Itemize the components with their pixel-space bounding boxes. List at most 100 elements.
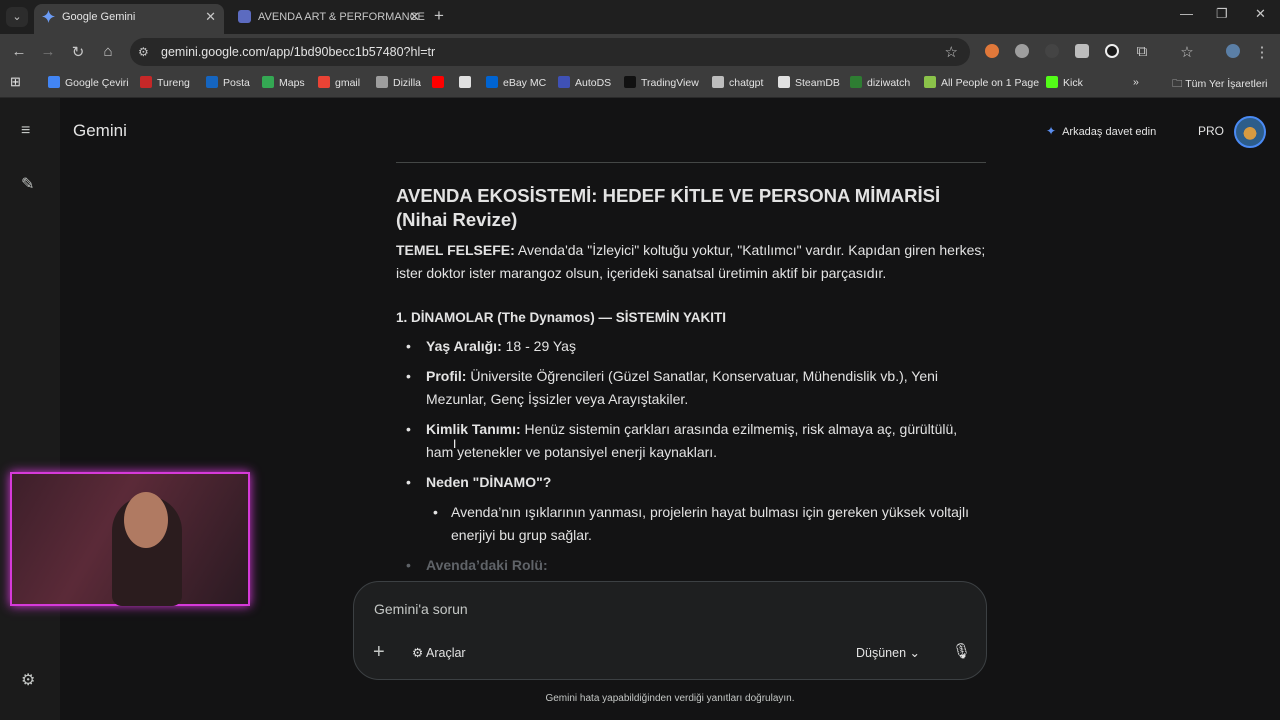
bookmark-label: Google Çeviri — [65, 77, 129, 89]
bookmark-item[interactable]: Dizilla — [376, 76, 421, 89]
item-label: Profil: — [426, 368, 467, 384]
bookmark-favicon-icon — [850, 76, 862, 88]
bookmark-favicon-icon — [318, 76, 330, 88]
bookmark-label: All People on 1 Page — [941, 77, 1040, 89]
restore-icon[interactable]: ❐ — [1216, 6, 1228, 22]
list-item: Profil: Üniversite Öğrencileri (Güzel Sa… — [396, 365, 986, 411]
close-window-icon[interactable]: ✕ — [1255, 6, 1266, 22]
settings-icon[interactable]: ⚙ — [21, 670, 35, 690]
new-tab-icon[interactable]: + — [434, 6, 444, 26]
forward-icon[interactable]: → — [39, 43, 57, 60]
bookmark-item[interactable] — [459, 76, 476, 89]
bookmark-item[interactable] — [432, 76, 449, 89]
menu-icon[interactable]: ≡ — [21, 122, 30, 140]
disclaimer: Gemini hata yapabildiğinden verdiği yanı… — [545, 693, 795, 704]
mode-selector[interactable]: Düşünen ⌄ — [856, 645, 920, 660]
address-bar[interactable]: ⚙ gemini.google.com/app/1bd90becc1b57480… — [130, 38, 970, 66]
bookmark-item[interactable]: Maps — [262, 76, 305, 89]
bookmark-favicon-icon — [486, 76, 498, 88]
response-heading: AVENDA EKOSİSTEMİ: HEDEF KİTLE VE PERSON… — [396, 185, 941, 230]
extensions-puzzle-icon[interactable]: ⧉ — [1133, 43, 1151, 60]
bookmark-item[interactable]: Kick — [1046, 76, 1083, 89]
bookmark-favicon-icon — [48, 76, 60, 88]
tab-search-button[interactable]: ⌄ — [6, 7, 28, 27]
bookmark-item[interactable]: eBay MC — [486, 76, 546, 89]
bookmark-label: Posta — [223, 77, 250, 89]
bookmark-label: eBay MC — [503, 77, 547, 89]
minimize-icon[interactable]: — — [1180, 6, 1193, 21]
tab-google-gemini[interactable]: Google Gemini ✕ — [34, 4, 224, 34]
mode-label: Düşünen — [856, 646, 907, 660]
extension-icon[interactable] — [1045, 44, 1059, 58]
profile-icon[interactable] — [1226, 44, 1240, 58]
list-item-faded: Avenda’daki Rolü: — [396, 554, 986, 577]
bookmark-label: Maps — [279, 77, 305, 89]
all-bookmarks-button[interactable]: 🗀 Tüm Yer İşaretleri — [1172, 76, 1268, 94]
tab-strip: ⌄ Google Gemini ✕ AVENDA ART & PERFORMAN… — [0, 0, 1280, 34]
bookmark-label: chatgpt — [729, 77, 764, 89]
reload-icon[interactable]: ↻ — [69, 43, 87, 61]
extension-icon[interactable] — [1015, 44, 1029, 58]
bookmark-item[interactable]: TradingView — [624, 76, 699, 89]
bookmark-favicon-icon — [624, 76, 636, 88]
sparkle-icon: ✦ — [1046, 124, 1057, 138]
shield-icon[interactable] — [1075, 44, 1089, 58]
section-title: 1. DİNAMOLAR (The Dynamos) — SİSTEMİN YA… — [396, 310, 727, 325]
tab-avenda[interactable]: AVENDA ART & PERFORMANCE ✕ — [230, 4, 428, 34]
all-bookmarks-label: Tüm Yer İşaretleri — [1185, 78, 1268, 90]
bookmarks-overflow-button[interactable]: » — [1133, 76, 1139, 88]
back-icon[interactable]: ← — [10, 43, 28, 60]
invite-label: Arkadaş davet edin — [1062, 126, 1157, 138]
tools-label: Araçlar — [426, 646, 466, 660]
new-chat-icon[interactable]: ✎ — [21, 174, 34, 194]
extension-icon[interactable] — [985, 44, 999, 58]
close-tab-icon[interactable]: ✕ — [409, 4, 420, 30]
bookmark-label: diziwatch — [867, 77, 911, 89]
bookmark-item[interactable]: chatgpt — [712, 76, 763, 89]
apps-grid-icon[interactable]: ⊞ — [10, 74, 21, 90]
prompt-composer[interactable]: Gemini'a sorun + ⚙ Araçlar Düşünen ⌄ 🎙 — [353, 581, 987, 680]
bookmark-label: SteamDB — [795, 77, 840, 89]
site-info-icon[interactable]: ⚙ — [138, 45, 149, 59]
bookmarks-star-icon[interactable]: ☆ — [1178, 43, 1196, 61]
gemini-spark-icon — [42, 10, 55, 23]
dynamo-list: Yaş Aralığı: 18 - 29 Yaş Profil: Ünivers… — [396, 335, 986, 577]
item-text: 18 - 29 Yaş — [501, 338, 576, 354]
bookmark-item[interactable]: All People on 1 Page — [924, 76, 1039, 89]
menu-dots-icon[interactable]: ⋮ — [1253, 43, 1271, 61]
tools-button[interactable]: ⚙ Araçlar — [412, 645, 466, 660]
bookmark-favicon-icon — [140, 76, 152, 88]
bookmark-item[interactable]: Google Çeviri — [48, 76, 129, 89]
bookmark-item[interactable]: Posta — [206, 76, 250, 89]
list-item: Neden "DİNAMO"? — [396, 471, 986, 494]
tools-icon: ⚙ — [412, 646, 426, 660]
bookmark-item[interactable]: AutoDS — [558, 76, 611, 89]
close-tab-icon[interactable]: ✕ — [205, 4, 216, 30]
avatar[interactable] — [1234, 116, 1266, 148]
add-attachment-icon[interactable]: + — [373, 641, 385, 664]
item-label: Neden "DİNAMO"? — [426, 474, 552, 490]
bookmark-item[interactable]: Tureng — [140, 76, 190, 89]
bookmark-item[interactable]: SteamDB — [778, 76, 840, 89]
home-icon[interactable]: ⌂ — [99, 43, 117, 60]
bookmark-label: AutoDS — [575, 77, 612, 89]
microphone-icon[interactable]: 🎙 — [952, 642, 971, 660]
webcam-head — [124, 492, 168, 548]
list-subitem: Avenda’nın ışıklarının yanması, projeler… — [396, 501, 986, 547]
mouse-cursor-icon: I — [453, 437, 457, 451]
prompt-input[interactable]: Gemini'a sorun — [374, 601, 468, 617]
bookmark-favicon-icon — [778, 76, 790, 88]
sidebar-rail: ≡ ✎ ⚙ — [0, 98, 60, 720]
bookmark-item[interactable]: gmail — [318, 76, 360, 89]
invite-friends-button[interactable]: ✦ Arkadaş davet edin — [1046, 124, 1156, 138]
extension-icon[interactable] — [1105, 44, 1119, 58]
bookmark-favicon-icon — [459, 76, 471, 88]
bookmark-favicon-icon — [262, 76, 274, 88]
browser-toolbar: ← → ↻ ⌂ ⚙ gemini.google.com/app/1bd90bec… — [0, 34, 1280, 70]
philosophy-paragraph: TEMEL FELSEFE: Avenda'da "İzleyici" kolt… — [396, 239, 986, 285]
list-item: Yaş Aralığı: 18 - 29 Yaş — [396, 335, 986, 358]
bookmark-favicon-icon — [376, 76, 388, 88]
bookmark-star-icon[interactable]: ☆ — [945, 43, 958, 61]
bookmark-favicon-icon — [1046, 76, 1058, 88]
bookmark-item[interactable]: diziwatch — [850, 76, 910, 89]
